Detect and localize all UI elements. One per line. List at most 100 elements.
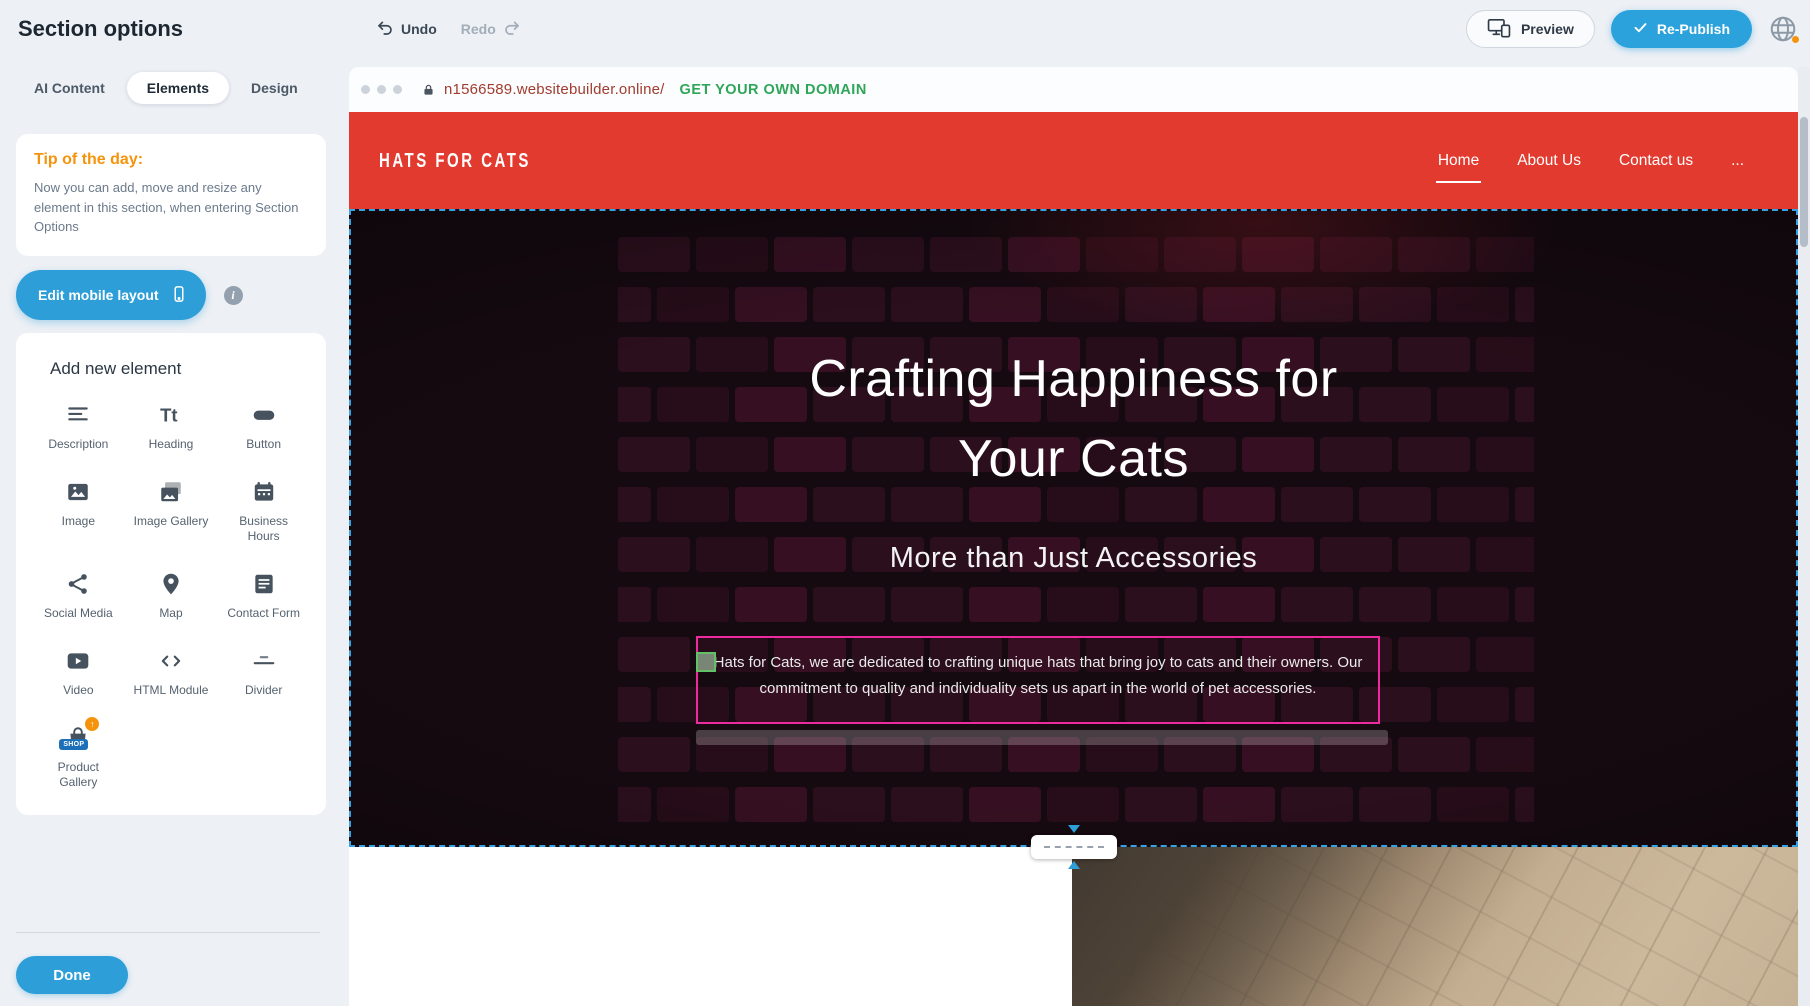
element-tile-product-gallery[interactable]: SHOP ↑ Product Gallery bbox=[32, 724, 125, 790]
brick bbox=[1476, 237, 1534, 272]
resize-pill bbox=[1031, 835, 1117, 859]
element-tile-video[interactable]: Video bbox=[32, 647, 125, 698]
hero-heading: Crafting Happiness for Your Cats bbox=[799, 339, 1349, 499]
section-resize-handle[interactable] bbox=[1031, 825, 1117, 869]
done-button[interactable]: Done bbox=[16, 956, 128, 994]
mobile-layout-row: Edit mobile layout i bbox=[16, 270, 243, 320]
element-tile-business-hours[interactable]: Business Hours bbox=[217, 478, 310, 544]
brick bbox=[813, 787, 885, 822]
element-tile-contact-form[interactable]: Contact Form bbox=[217, 570, 310, 621]
brick bbox=[1359, 287, 1431, 322]
edit-mobile-layout-button[interactable]: Edit mobile layout bbox=[16, 270, 206, 320]
language-globe-icon[interactable] bbox=[1768, 14, 1798, 44]
brick bbox=[1359, 787, 1431, 822]
brick bbox=[618, 237, 690, 272]
brick bbox=[969, 787, 1041, 822]
brick bbox=[618, 437, 690, 472]
brick bbox=[813, 287, 885, 322]
brick bbox=[657, 387, 729, 422]
brick bbox=[1476, 437, 1534, 472]
brick bbox=[1281, 587, 1353, 622]
brick bbox=[1359, 587, 1431, 622]
check-icon bbox=[1633, 20, 1648, 38]
brick bbox=[1398, 637, 1470, 672]
brick bbox=[1125, 587, 1197, 622]
green-resize-handle[interactable] bbox=[696, 652, 716, 672]
brick bbox=[618, 387, 651, 422]
edit-mobile-label: Edit mobile layout bbox=[38, 287, 159, 303]
element-tile-divider[interactable]: Divider bbox=[217, 647, 310, 698]
description-icon bbox=[65, 401, 91, 429]
element-tile-label: Description bbox=[48, 437, 108, 452]
undo-button[interactable]: Undo bbox=[376, 19, 437, 40]
brick bbox=[735, 487, 807, 522]
redo-button[interactable]: Redo bbox=[461, 19, 521, 40]
site-logo[interactable]: HATS FOR CATS bbox=[379, 149, 531, 172]
brick bbox=[1437, 387, 1509, 422]
map-icon bbox=[158, 570, 184, 598]
element-tile-description[interactable]: Description bbox=[32, 401, 125, 452]
brick bbox=[618, 587, 651, 622]
element-tile-image-gallery[interactable]: Image Gallery bbox=[125, 478, 218, 544]
element-tile-label: Product Gallery bbox=[40, 760, 116, 790]
info-icon[interactable]: i bbox=[224, 286, 243, 305]
nav-contact[interactable]: Contact us bbox=[1617, 146, 1695, 176]
brick bbox=[657, 587, 729, 622]
social-media-icon bbox=[65, 570, 91, 598]
element-tile-label: Map bbox=[159, 606, 182, 621]
tab-ai-content[interactable]: AI Content bbox=[30, 72, 109, 104]
site-canvas: n1566589.websitebuilder.online/ GET YOUR… bbox=[349, 67, 1810, 1006]
element-tile-image[interactable]: Image bbox=[32, 478, 125, 544]
selected-text-block[interactable]: Hats for Cats, we are dedicated to craft… bbox=[696, 636, 1380, 724]
nav-more[interactable]: ... bbox=[1729, 146, 1746, 176]
brick bbox=[1047, 287, 1119, 322]
brick-row bbox=[618, 787, 1534, 822]
site-url[interactable]: n1566589.websitebuilder.online/ bbox=[444, 81, 665, 98]
tab-elements[interactable]: Elements bbox=[127, 72, 229, 104]
upgrade-badge-icon: ↑ bbox=[85, 717, 99, 731]
business-hours-icon bbox=[251, 478, 277, 506]
scrollbar-thumb[interactable] bbox=[1800, 117, 1808, 247]
preview-label: Preview bbox=[1521, 21, 1574, 37]
divider-icon bbox=[251, 647, 277, 675]
brick bbox=[1203, 787, 1275, 822]
element-tile-html-module[interactable]: HTML Module bbox=[125, 647, 218, 698]
brick bbox=[1515, 687, 1534, 722]
nav-home[interactable]: Home bbox=[1436, 146, 1481, 176]
element-tile-label: HTML Module bbox=[134, 683, 209, 698]
brick bbox=[618, 337, 690, 372]
brick bbox=[1203, 587, 1275, 622]
redo-label: Redo bbox=[461, 21, 496, 37]
brick bbox=[1047, 587, 1119, 622]
brick bbox=[1476, 337, 1534, 372]
nav-about[interactable]: About Us bbox=[1515, 146, 1583, 176]
brick-row bbox=[618, 587, 1534, 622]
element-tile-heading[interactable]: Tt Heading bbox=[125, 401, 218, 452]
brick bbox=[618, 687, 651, 722]
page-title: Section options bbox=[18, 16, 183, 42]
brick bbox=[657, 787, 729, 822]
republish-label: Re-Publish bbox=[1657, 21, 1730, 37]
brick bbox=[1437, 287, 1509, 322]
brick bbox=[969, 287, 1041, 322]
brick bbox=[1008, 237, 1080, 272]
brick bbox=[1437, 487, 1509, 522]
tab-design[interactable]: Design bbox=[247, 72, 302, 104]
preview-button[interactable]: Preview bbox=[1466, 10, 1595, 48]
element-tile-social-media[interactable]: Social Media bbox=[32, 570, 125, 621]
republish-button[interactable]: Re-Publish bbox=[1611, 10, 1752, 48]
hero-section-selected[interactable]: Crafting Happiness for Your Cats More th… bbox=[349, 209, 1798, 847]
get-domain-link[interactable]: GET YOUR OWN DOMAIN bbox=[680, 82, 867, 98]
brick bbox=[618, 287, 651, 322]
element-tile-button[interactable]: Button bbox=[217, 401, 310, 452]
brick bbox=[1125, 287, 1197, 322]
brick bbox=[1047, 787, 1119, 822]
image-icon bbox=[65, 478, 91, 506]
button-icon bbox=[250, 401, 278, 429]
element-tile-map[interactable]: Map bbox=[125, 570, 218, 621]
ground-photo bbox=[1072, 847, 1798, 1006]
brick bbox=[891, 287, 963, 322]
brick bbox=[852, 237, 924, 272]
heading-icon: Tt bbox=[158, 401, 184, 429]
tip-body: Now you can add, move and resize any ele… bbox=[34, 178, 308, 237]
